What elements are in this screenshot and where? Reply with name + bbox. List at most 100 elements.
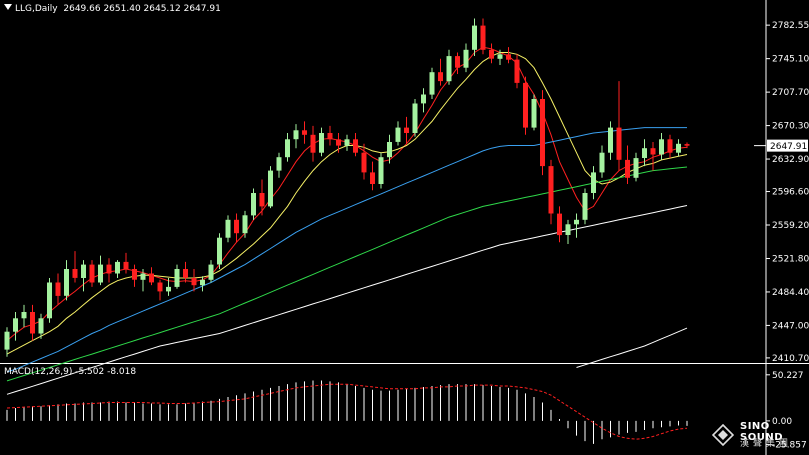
candle <box>557 206 562 243</box>
candle <box>676 139 681 157</box>
candle-body <box>659 139 664 155</box>
candle <box>608 121 613 160</box>
candle-body <box>166 286 171 292</box>
candle-body <box>200 279 205 286</box>
candle-body <box>336 139 341 146</box>
price-tick-label: 2745.10 <box>772 55 809 65</box>
candle-body <box>344 139 350 146</box>
candle-body <box>565 224 571 235</box>
candle-body <box>4 331 10 350</box>
candle-body <box>472 25 477 50</box>
candlesticks <box>4 18 690 357</box>
macd-tick-label: 50.227 <box>772 371 804 381</box>
candle <box>242 210 248 238</box>
ma-line-4 <box>6 205 688 395</box>
candle <box>98 255 103 286</box>
price-chart[interactable]: 2782.55 2745.10 2707.70 2670.30 2632.90 2596.… <box>0 0 809 455</box>
ma-line-5 <box>576 327 688 368</box>
candle <box>625 145 630 185</box>
price-tick-label: 2632.90 <box>772 155 809 165</box>
candle-body <box>412 103 418 133</box>
candle-body <box>497 54 503 59</box>
candle-body <box>667 139 673 153</box>
candle-body <box>506 54 511 60</box>
candle-body <box>361 152 367 173</box>
candle <box>174 264 180 289</box>
candle-body <box>98 264 103 283</box>
candle <box>217 233 222 270</box>
candle-body <box>676 143 681 153</box>
candle-body <box>353 139 358 153</box>
candle <box>446 49 452 85</box>
candle <box>276 152 282 178</box>
candle <box>21 304 27 328</box>
candle-body <box>89 264 95 283</box>
candle-body <box>21 312 27 319</box>
chart-header: LLG,Daily 2649.66 2651.40 2645.12 2647.9… <box>4 4 221 14</box>
candle <box>251 188 256 220</box>
candle-body <box>480 25 486 50</box>
price-tick-label: 2410.70 <box>772 354 809 364</box>
candle <box>574 213 579 238</box>
candle <box>514 54 520 89</box>
candle <box>463 43 469 73</box>
candle <box>616 81 622 171</box>
candle-body <box>489 49 494 59</box>
candle <box>659 133 664 160</box>
candle <box>191 269 197 292</box>
price-tick-label: 2484.40 <box>772 288 809 298</box>
candle-body <box>81 264 86 278</box>
candle <box>438 58 443 86</box>
price-tick-label: 2596.60 <box>772 188 809 198</box>
candle-body <box>268 170 273 207</box>
candle <box>157 279 163 301</box>
candle <box>183 261 188 283</box>
candle <box>132 264 137 287</box>
price-tick-label: 2707.70 <box>772 88 809 98</box>
candle-body <box>531 99 537 128</box>
candle <box>64 260 69 301</box>
candle <box>123 252 129 274</box>
candle-body <box>455 56 460 68</box>
candle-body <box>276 157 282 171</box>
candle <box>319 127 324 157</box>
candle-body <box>327 133 333 140</box>
candle-body <box>302 130 307 135</box>
candle <box>531 94 537 131</box>
dropdown-triangle-icon[interactable] <box>4 4 12 10</box>
candle-body <box>625 159 630 178</box>
candle <box>599 145 605 178</box>
candle <box>327 125 333 146</box>
candle <box>472 18 477 57</box>
candle <box>115 260 120 278</box>
candle-body <box>523 82 528 128</box>
candle-body <box>387 142 392 158</box>
candle <box>548 159 554 225</box>
candle-body <box>438 72 443 82</box>
candle <box>540 90 545 176</box>
candle-body <box>599 152 605 173</box>
candle <box>506 47 511 64</box>
candle-body <box>55 282 61 296</box>
candle-body <box>115 261 120 274</box>
candle <box>361 143 367 180</box>
candle-body <box>395 127 401 142</box>
candle <box>208 260 214 283</box>
candle <box>234 213 239 243</box>
candle <box>480 18 486 55</box>
candle <box>149 267 154 286</box>
candle-body <box>540 99 545 167</box>
candle-body <box>72 269 78 278</box>
candle-body <box>514 59 520 83</box>
candle-body <box>149 273 154 283</box>
candle-body <box>140 273 146 280</box>
candle-body <box>191 278 197 286</box>
candle-body <box>378 157 384 184</box>
candle-body <box>608 127 613 153</box>
candle-body <box>251 193 256 216</box>
candle-body <box>217 237 222 265</box>
candle <box>30 304 35 341</box>
candle <box>344 134 350 151</box>
candle-body <box>684 144 690 146</box>
candle <box>370 161 375 191</box>
